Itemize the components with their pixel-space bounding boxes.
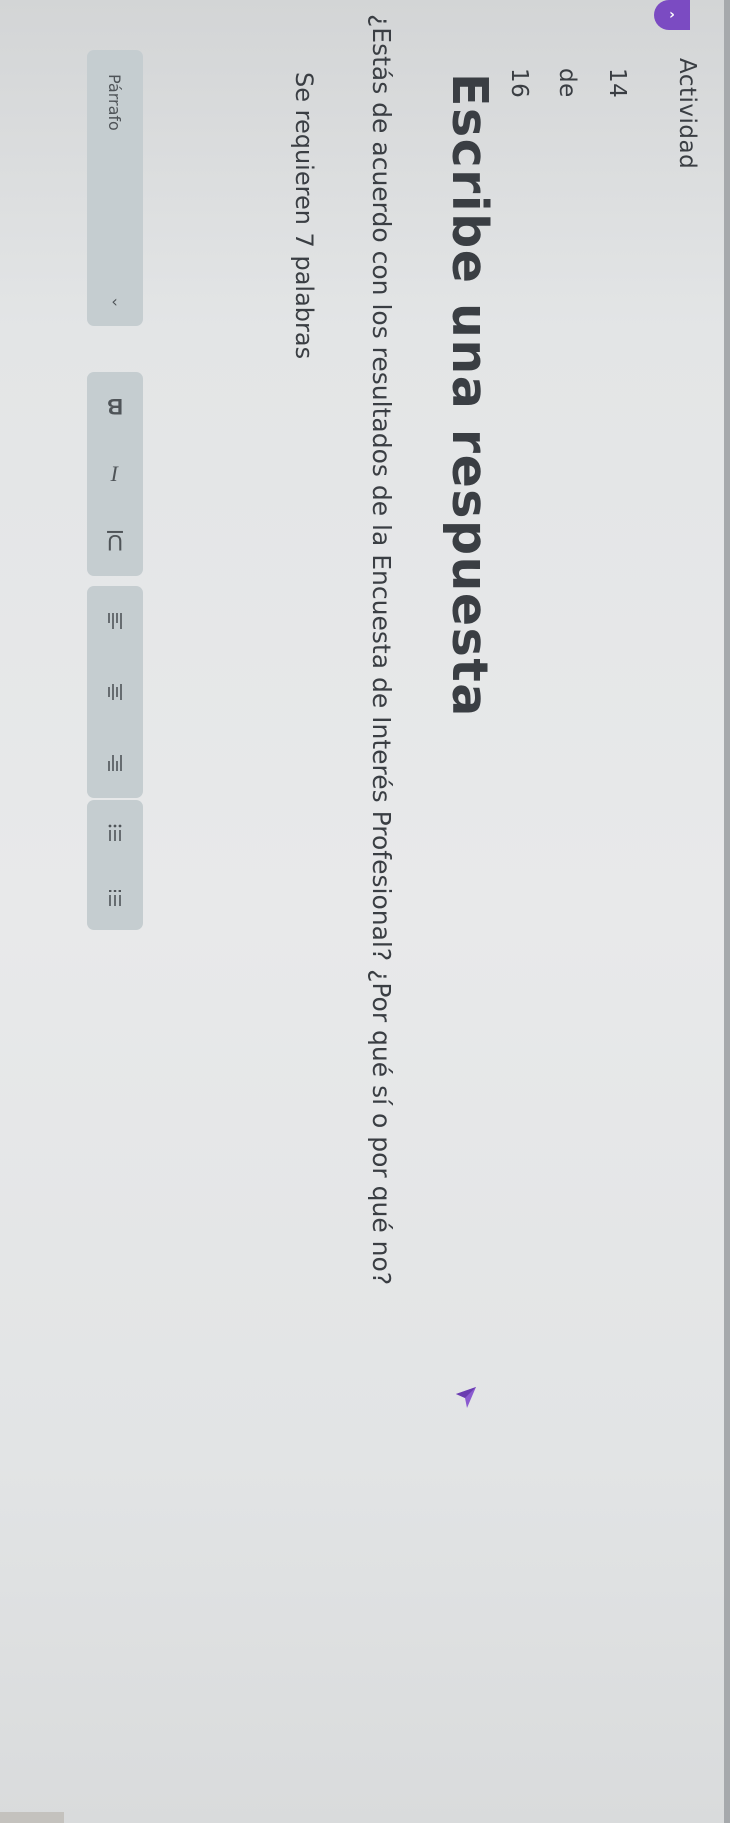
align-center-button[interactable] <box>95 672 135 712</box>
list-group <box>87 800 143 930</box>
chevron-down-icon: › <box>111 293 119 313</box>
activity-separator: de <box>554 68 580 98</box>
numbered-list-button[interactable] <box>95 878 135 918</box>
chevron-right-icon: › <box>669 7 675 23</box>
paragraph-style-label: Párrafo <box>105 74 125 131</box>
activity-total-number: 16 <box>506 68 532 99</box>
align-left-icon <box>108 613 122 630</box>
text-format-group: B I U <box>87 372 143 576</box>
italic-icon: I <box>111 461 119 487</box>
activity-page: › Actividad 14 de 16 Escribe una respues… <box>0 0 730 1823</box>
align-center-icon <box>108 683 122 700</box>
sidebar-toggle-button[interactable]: › <box>654 0 690 30</box>
underline-button[interactable]: U <box>95 522 135 562</box>
top-edge-bar <box>724 0 730 1823</box>
page-edge <box>0 1812 64 1823</box>
pen-cursor-icon <box>456 1387 476 1408</box>
underline-icon: U <box>107 529 123 555</box>
bulleted-list-icon <box>108 824 122 841</box>
alignment-group <box>87 586 143 798</box>
align-right-button[interactable] <box>95 743 135 783</box>
activity-current-number: 14 <box>604 68 630 99</box>
bold-icon: B <box>107 393 123 419</box>
activity-label: Actividad <box>674 58 700 170</box>
align-right-icon <box>108 754 122 771</box>
question-text: ¿Estás de acuerdo con los resultados de … <box>367 14 396 1286</box>
italic-button[interactable]: I <box>95 454 135 494</box>
page-title: Escribe una respuesta <box>441 73 498 718</box>
word-requirement: Se requieren 7 palabras <box>290 72 318 360</box>
numbered-list-icon <box>108 889 121 906</box>
bulleted-list-button[interactable] <box>95 813 135 853</box>
bold-button[interactable]: B <box>95 386 135 426</box>
paragraph-style-select[interactable]: Párrafo › <box>87 50 143 326</box>
align-left-button[interactable] <box>95 601 135 641</box>
